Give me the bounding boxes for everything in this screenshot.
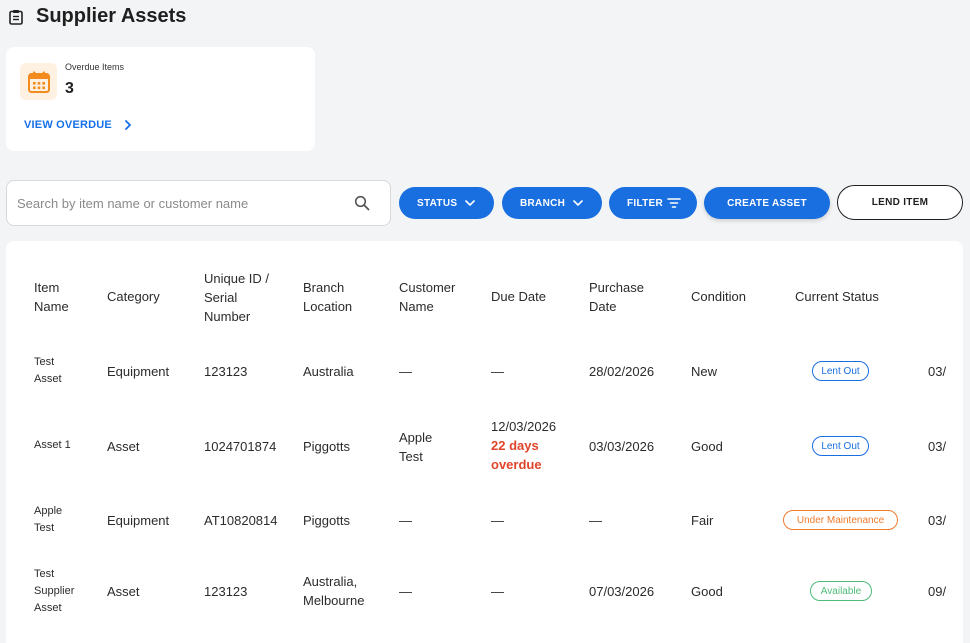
table-row-item-name[interactable]: Test Asset [34, 354, 62, 388]
chevron-right-icon [125, 120, 131, 130]
search-icon[interactable] [354, 195, 370, 211]
status-badge: Lent Out [812, 361, 869, 381]
header-item-name[interactable]: Item Name [34, 278, 69, 316]
table-row-branch: Piggotts [303, 513, 350, 528]
overdue-items-card: Overdue Items 3 VIEW OVERDUE [6, 47, 315, 151]
table-row-purchase-date: — [589, 513, 602, 528]
table-row-condition: New [691, 364, 718, 379]
table-row-extra-date: 03/ [928, 439, 947, 454]
page-title: Supplier Assets [36, 5, 187, 27]
view-overdue-label: VIEW OVERDUE [24, 119, 112, 131]
table-row-branch: Australia, Melbourne [303, 574, 365, 608]
table-row-unique-id: 123123 [204, 364, 248, 379]
table-row-item-name[interactable]: Apple Test [34, 503, 62, 537]
header-condition[interactable]: Condition [691, 287, 746, 306]
assets-table: Item Name Category Unique ID / Serial Numbe… [6, 241, 963, 643]
chevron-down-icon [573, 200, 583, 206]
filter-button[interactable]: FILTER [609, 187, 697, 219]
lend-item-label: LEND ITEM [871, 197, 929, 208]
header-current-status[interactable]: Current Status [795, 287, 879, 306]
table-row-item-name[interactable]: Asset 1 [34, 437, 71, 454]
header-purchase-date[interactable]: Purchase Date [589, 278, 644, 316]
filter-button-label: FILTER [627, 197, 664, 209]
table-row-item-name[interactable]: Test Supplier Asset [34, 566, 74, 617]
table-row-branch: Piggotts [303, 439, 350, 454]
create-asset-button[interactable]: CREATE ASSET [704, 187, 830, 219]
table-row-branch: Australia [303, 364, 354, 379]
lend-item-button[interactable]: LEND ITEM [837, 185, 963, 220]
table-row-condition: Good [691, 439, 723, 454]
table-row-category: Asset [107, 439, 140, 454]
header-unique-id[interactable]: Unique ID / Serial Number [204, 269, 269, 326]
table-row-due-date: — [491, 584, 504, 599]
overdue-days-label: 22 days [491, 438, 539, 453]
status-badge: Under Maintenance [783, 510, 898, 530]
table-row-customer: — [399, 584, 412, 599]
overdue-days-label: overdue [491, 457, 542, 472]
header-customer-name[interactable]: Customer Name [399, 278, 455, 316]
table-row-extra-date: 03/ [928, 513, 947, 528]
clipboard-icon [9, 9, 23, 25]
create-asset-label: CREATE ASSET [727, 197, 807, 209]
table-row-category: Equipment [107, 364, 170, 379]
table-row-extra-date: 09/ [928, 584, 947, 599]
calendar-icon-tile [20, 63, 57, 100]
status-dropdown-label: STATUS [417, 197, 458, 209]
table-row-purchase-date: 03/03/2026 [589, 439, 655, 454]
table-row-customer: Apple Test [399, 430, 433, 464]
table-row-condition: Good [691, 584, 723, 599]
table-row-customer: — [399, 364, 412, 379]
header-due-date[interactable]: Due Date [491, 287, 546, 306]
table-row-due-date: — [491, 513, 504, 528]
branch-dropdown-label: BRANCH [520, 197, 566, 209]
overdue-items-label: Overdue Items [65, 62, 125, 72]
table-row-purchase-date: 28/02/2026 [589, 364, 655, 379]
search-input[interactable] [17, 194, 337, 212]
overdue-items-count: 3 [65, 80, 74, 97]
chevron-down-icon [465, 200, 475, 206]
table-row-unique-id: 123123 [204, 584, 248, 599]
calendar-icon [27, 71, 50, 93]
branch-dropdown[interactable]: BRANCH [502, 187, 602, 219]
table-row-unique-id: AT10820814 [204, 513, 278, 528]
table-row-category: Equipment [107, 513, 170, 528]
table-row-due-date: — [491, 364, 504, 379]
table-row-condition: Fair [691, 513, 714, 528]
table-row-extra-date: 03/ [928, 364, 947, 379]
search-box [6, 180, 391, 226]
status-badge: Lent Out [812, 436, 869, 456]
filter-icon [667, 198, 681, 208]
page-header: Supplier Assets [8, 5, 186, 28]
header-branch-location[interactable]: Branch Location [303, 278, 352, 316]
table-row-purchase-date: 07/03/2026 [589, 584, 655, 599]
header-category[interactable]: Category [107, 287, 160, 306]
status-dropdown[interactable]: STATUS [399, 187, 494, 219]
table-row-category: Asset [107, 584, 140, 599]
view-overdue-link[interactable]: VIEW OVERDUE [24, 119, 132, 131]
table-row-due-date: 12/03/2026 22 days overdue [491, 419, 557, 472]
status-badge: Available [810, 581, 872, 601]
table-row-unique-id: 1024701874 [204, 439, 277, 454]
table-row-customer: — [399, 513, 412, 528]
